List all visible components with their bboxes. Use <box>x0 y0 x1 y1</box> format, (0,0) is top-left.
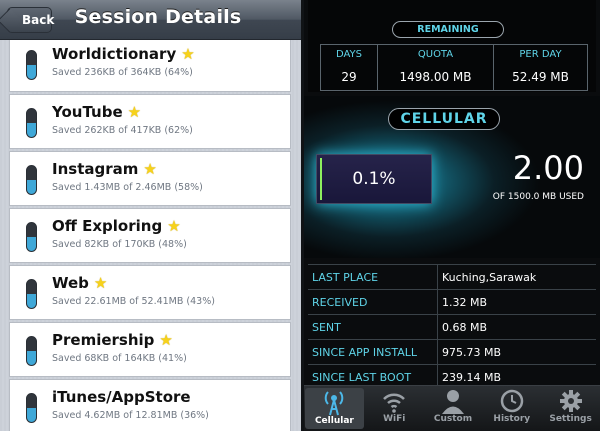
perday-value: 52.49 MB <box>512 70 569 84</box>
remaining-section: REMAINING DAYS 29 QUOTA 1498.00 MB PER D… <box>308 0 596 92</box>
remaining-table: DAYS 29 QUOTA 1498.00 MB PER DAY 52.49 M… <box>320 44 588 91</box>
list-item[interactable]: Off Exploring ★ Saved 82KB of 170KB (48%) <box>9 208 291 263</box>
toggle-pill-icon <box>26 108 37 138</box>
app-name-row: Web ★ <box>52 274 107 292</box>
back-button[interactable]: Back <box>7 7 54 33</box>
info-row-sent: SENT 0.68 MB <box>308 315 596 340</box>
info-table: LAST PLACE Kuching,Sarawak RECEIVED 1.32… <box>308 264 596 390</box>
toggle-pill-icon <box>26 393 37 423</box>
quota-cell: QUOTA 1498.00 MB <box>377 45 493 90</box>
info-row-since-install: SINCE APP INSTALL 975.73 MB <box>308 340 596 365</box>
info-label: SINCE LAST BOOT <box>312 371 412 384</box>
navigation-bar: Back Session Details <box>0 0 301 40</box>
tab-label: Custom <box>433 414 473 424</box>
star-icon: ★ <box>127 103 142 121</box>
saved-text: Saved 82KB of 170KB (48%) <box>52 239 187 250</box>
list-item[interactable]: Web ★ Saved 22.61MB of 52.41MB (43%) <box>9 265 291 320</box>
cellular-label: CELLULAR <box>388 108 500 130</box>
app-name: YouTube <box>52 103 123 121</box>
saved-text: Saved 68KB of 164KB (41%) <box>52 353 187 364</box>
cellular-usage-area: CELLULAR 0.1% 2.00 OF 1500.0 MB USED <box>304 96 600 258</box>
quota-value: 1498.00 MB <box>399 70 472 84</box>
days-header: DAYS <box>335 49 363 60</box>
tab-wifi[interactable]: WiFi <box>365 386 424 431</box>
days-value: 29 <box>341 70 357 84</box>
toggle-pill-icon <box>26 222 37 252</box>
tab-label: Cellular <box>314 416 354 426</box>
perday-header: PER DAY <box>519 49 562 60</box>
app-name: iTunes/AppStore <box>52 388 191 406</box>
toggle-pill-icon <box>26 165 37 195</box>
toggle-pill-icon <box>26 50 37 80</box>
remaining-label: REMAINING <box>392 21 504 38</box>
gear-icon <box>541 386 600 414</box>
tab-label: History <box>493 414 531 424</box>
cellular-panel: REMAINING DAYS 29 QUOTA 1498.00 MB PER D… <box>304 0 600 431</box>
info-value: Kuching,Sarawak <box>437 265 536 290</box>
info-value: 975.73 MB <box>437 340 501 365</box>
list-item[interactable]: YouTube ★ Saved 262KB of 417KB (62%) <box>9 94 291 149</box>
app-name-row: Premiership ★ <box>52 331 173 349</box>
info-row-last-place: LAST PLACE Kuching,Sarawak <box>308 265 596 290</box>
saved-text: Saved 236KB of 364KB (64%) <box>52 67 193 78</box>
info-row-received: RECEIVED 1.32 MB <box>308 290 596 315</box>
usage-meter: 0.1% <box>316 154 432 204</box>
app-name: Off Exploring <box>52 217 163 235</box>
list-item[interactable]: Instagram ★ Saved 1.43MB of 2.46MB (58%) <box>9 151 291 206</box>
wifi-icon <box>365 386 424 414</box>
star-icon: ★ <box>167 217 181 235</box>
info-label: SENT <box>312 321 341 334</box>
app-name: Instagram <box>52 160 139 178</box>
used-value: 2.00 <box>512 149 584 187</box>
info-label: LAST PLACE <box>312 271 379 284</box>
quota-header: QUOTA <box>417 49 454 60</box>
list-item[interactable]: Premiership ★ Saved 68KB of 164KB (41%) <box>9 322 291 377</box>
app-name: Worldictionary <box>52 45 177 63</box>
tab-label: Settings <box>549 414 592 424</box>
list-item[interactable]: iTunes/AppStore Saved 4.62MB of 12.81MB … <box>9 379 291 431</box>
tab-settings[interactable]: Settings <box>541 386 600 431</box>
info-value: 0.68 MB <box>437 315 487 340</box>
app-name-row: Off Exploring ★ <box>52 217 181 235</box>
tab-history[interactable]: History <box>482 386 541 431</box>
star-icon: ★ <box>181 45 195 63</box>
app-name: Premiership <box>52 331 155 349</box>
info-label: SINCE APP INSTALL <box>312 346 417 359</box>
toggle-pill-icon <box>26 336 37 366</box>
app-name-row: Worldictionary ★ <box>52 45 195 63</box>
app-name-row: YouTube ★ <box>52 103 141 121</box>
star-icon: ★ <box>159 331 173 349</box>
cellular-tower-icon <box>305 388 364 416</box>
used-of-total: OF 1500.0 MB USED <box>492 192 584 202</box>
toggle-pill-icon <box>26 279 37 309</box>
info-value: 1.32 MB <box>437 290 487 315</box>
app-name-row: iTunes/AppStore <box>52 388 191 406</box>
info-label: RECEIVED <box>312 296 368 309</box>
saved-text: Saved 22.61MB of 52.41MB (43%) <box>52 296 215 307</box>
days-cell: DAYS 29 <box>321 45 377 90</box>
tab-label: WiFi <box>383 414 406 424</box>
app-name: Web <box>52 274 89 292</box>
session-details-panel: Back Session Details Worldictionary ★ Sav… <box>0 0 301 431</box>
usage-percent: 0.1% <box>352 169 396 189</box>
list-item[interactable]: Worldictionary ★ Saved 236KB of 364KB (64… <box>9 40 291 92</box>
session-app-list: Worldictionary ★ Saved 236KB of 364KB (64… <box>9 40 291 431</box>
star-icon: ★ <box>93 274 108 292</box>
perday-cell: PER DAY 52.49 MB <box>493 45 587 90</box>
star-icon: ★ <box>143 160 157 178</box>
saved-text: Saved 1.43MB of 2.46MB (58%) <box>52 182 203 193</box>
tab-custom[interactable]: Custom <box>424 386 483 431</box>
app-name-row: Instagram ★ <box>52 160 157 178</box>
saved-text: Saved 262KB of 417KB (62%) <box>52 125 193 136</box>
clock-icon <box>482 386 541 414</box>
page-title: Session Details <box>74 6 242 28</box>
person-icon <box>424 386 483 414</box>
tab-bar: Cellular WiFi Custom History Settings <box>304 385 600 431</box>
tab-cellular[interactable]: Cellular <box>305 388 364 429</box>
saved-text: Saved 4.62MB of 12.81MB (36%) <box>52 410 209 421</box>
